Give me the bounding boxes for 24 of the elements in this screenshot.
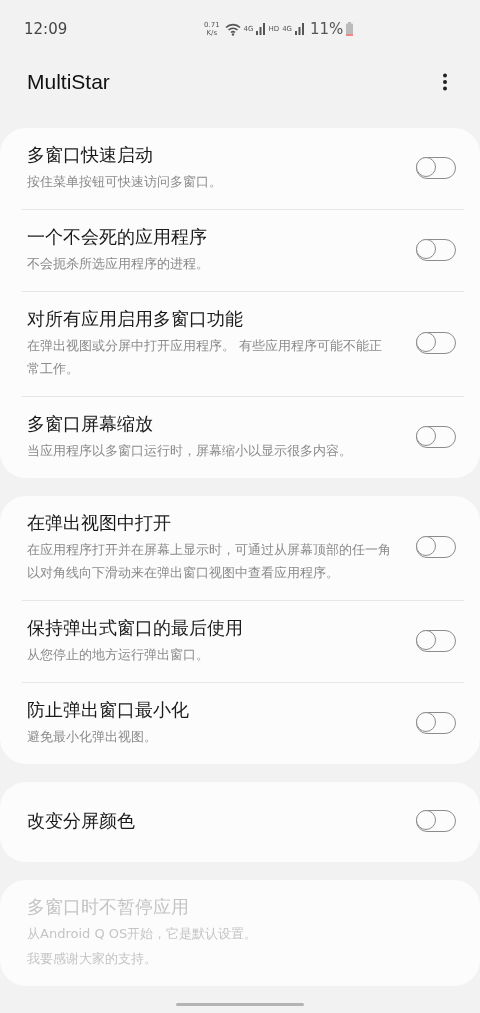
setting-description: 在应用程序打开并在屏幕上显示时，可通过从屏幕顶部的任一角以对角线向下滑动来在弹出窗口视图中查看应用程序。 (27, 541, 392, 582)
setting-description: 不会扼杀所选应用程序的进程。 (27, 255, 210, 273)
setting-description: 按住菜单按钮可快速访问多窗口。 (27, 173, 223, 191)
setting-description: 避免最小化弹出视图。 (27, 728, 158, 746)
signal-icon (256, 23, 266, 35)
setting-description: 当应用程序以多窗口运行时，屏幕缩小以显示很多内容。 (27, 442, 353, 460)
setting-title: 对所有应用启用多窗口功能 (27, 307, 244, 331)
app-title: MultiStar (27, 70, 110, 94)
setting-description: 在弹出视图或分屏中打开应用程序。 有些应用程序可能不能正常工作。 (27, 337, 384, 378)
wifi-icon (224, 22, 241, 36)
setting-title: 多窗口快速启动 (27, 143, 154, 167)
setting-title: 防止弹出窗口最小化 (27, 698, 190, 722)
setting-title: 一个不会死的应用程序 (27, 225, 208, 249)
status-time: 12:09 (24, 20, 69, 38)
battery-level: 11% (310, 20, 344, 38)
setting-title: 保持弹出式窗口的最后使用 (27, 616, 244, 640)
more-options-icon[interactable] (442, 73, 448, 91)
setting-title: 多窗口屏幕缩放 (27, 412, 154, 436)
setting-description: 从您停止的地方运行弹出窗口。 (27, 646, 210, 664)
battery-icon (346, 22, 354, 36)
setting-title: 改变分屏颜色 (27, 809, 136, 833)
signal-icon (295, 23, 305, 35)
setting-title: 在弹出视图中打开 (27, 511, 172, 535)
setting-title: 多窗口时不暂停应用 (27, 895, 190, 919)
